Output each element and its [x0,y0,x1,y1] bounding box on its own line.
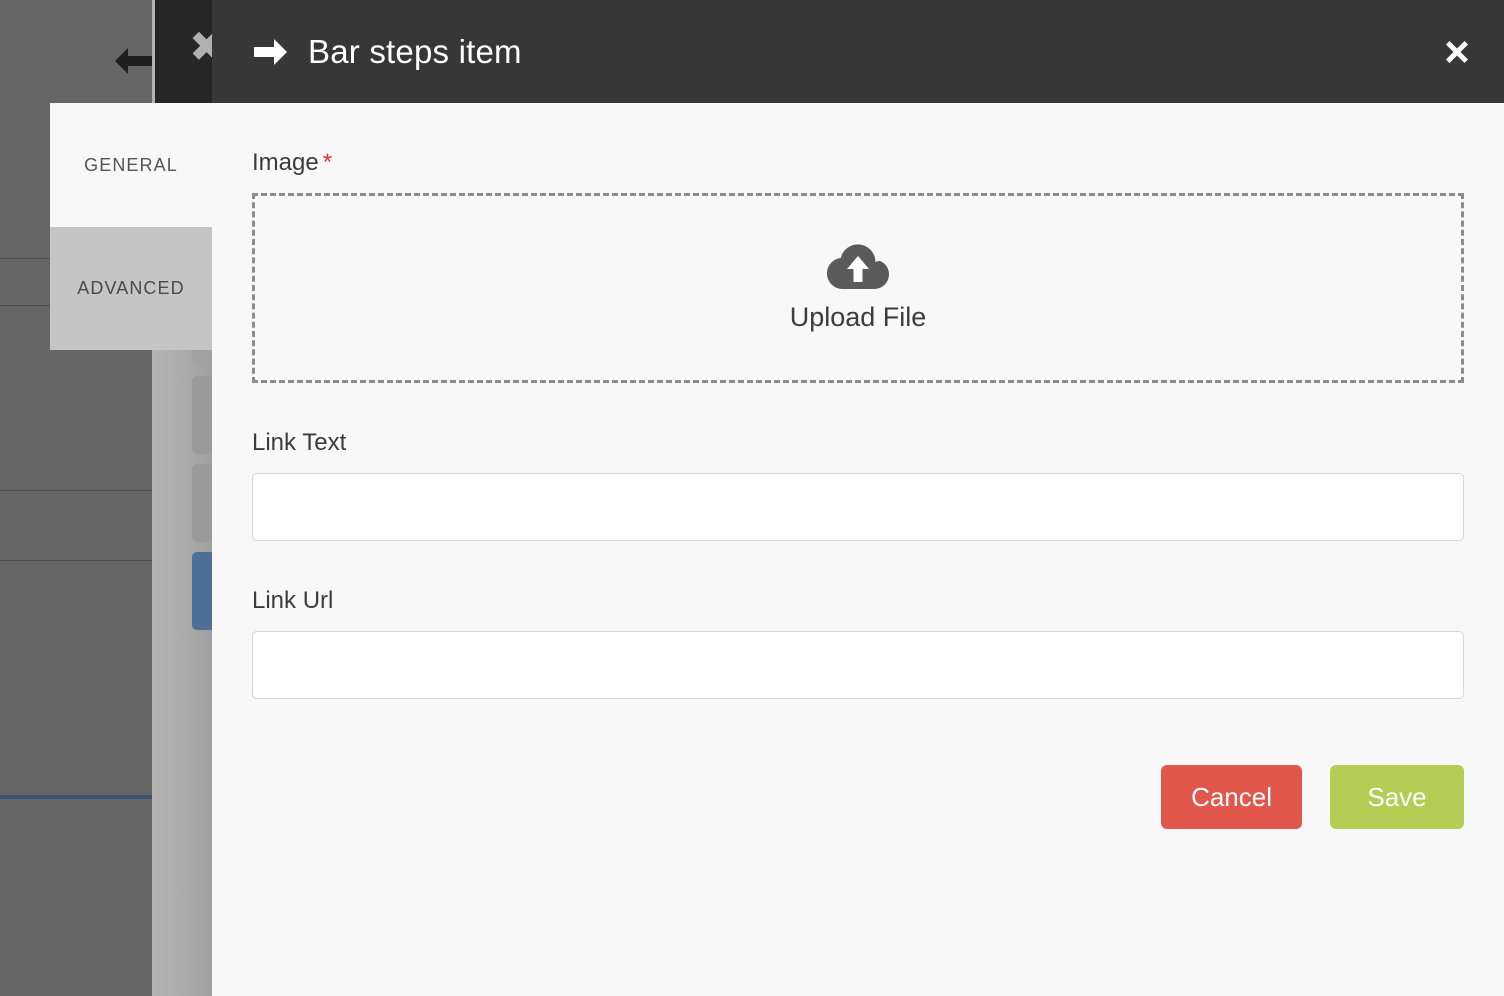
form-actions: Cancel Save [252,765,1464,829]
partial-glyph-icon: ✖ [189,22,212,71]
cancel-button[interactable]: Cancel [1161,765,1302,829]
link-text-input[interactable] [252,473,1464,541]
link-url-input[interactable] [252,631,1464,699]
image-label-text: Image [252,149,319,176]
link-text-label: Link Text [252,429,347,456]
modal-header: Bar steps item [212,0,1504,103]
tab-general[interactable]: GENERAL [50,103,212,227]
tabs-panel: GENERAL ADVANCED [50,103,212,350]
image-upload-dropzone[interactable]: Upload File [252,193,1464,383]
background-accent-divider [0,795,152,799]
arrow-right-icon [254,38,287,65]
page-title: Bar steps item [308,32,522,70]
form-area: Image * Upload File Link Text Link Url C… [212,103,1504,829]
upload-file-label: Upload File [789,301,927,332]
image-field-label: Image * [252,149,1464,177]
background-divider [0,490,152,491]
image-field-group: Image * Upload File [252,149,1464,383]
header-left-strip: ✖ [155,0,212,103]
save-button[interactable]: Save [1330,765,1464,829]
cloud-upload-icon [827,243,889,289]
link-url-field-group: Link Url [252,587,1464,699]
modal-body: Image * Upload File Link Text Link Url C… [212,103,1504,996]
required-asterisk: * [322,149,333,176]
tab-advanced[interactable]: ADVANCED [50,227,212,350]
background-divider [0,560,152,561]
link-text-field-group: Link Text [252,429,1464,541]
back-arrow-icon[interactable] [112,44,154,78]
link-url-label: Link Url [252,587,334,614]
close-button[interactable] [1434,29,1480,75]
header-title-group: Bar steps item [252,33,522,71]
close-icon [1446,40,1468,63]
screen: ✖ Bar steps item GENERAL ADVANCED Image * [0,0,1504,996]
